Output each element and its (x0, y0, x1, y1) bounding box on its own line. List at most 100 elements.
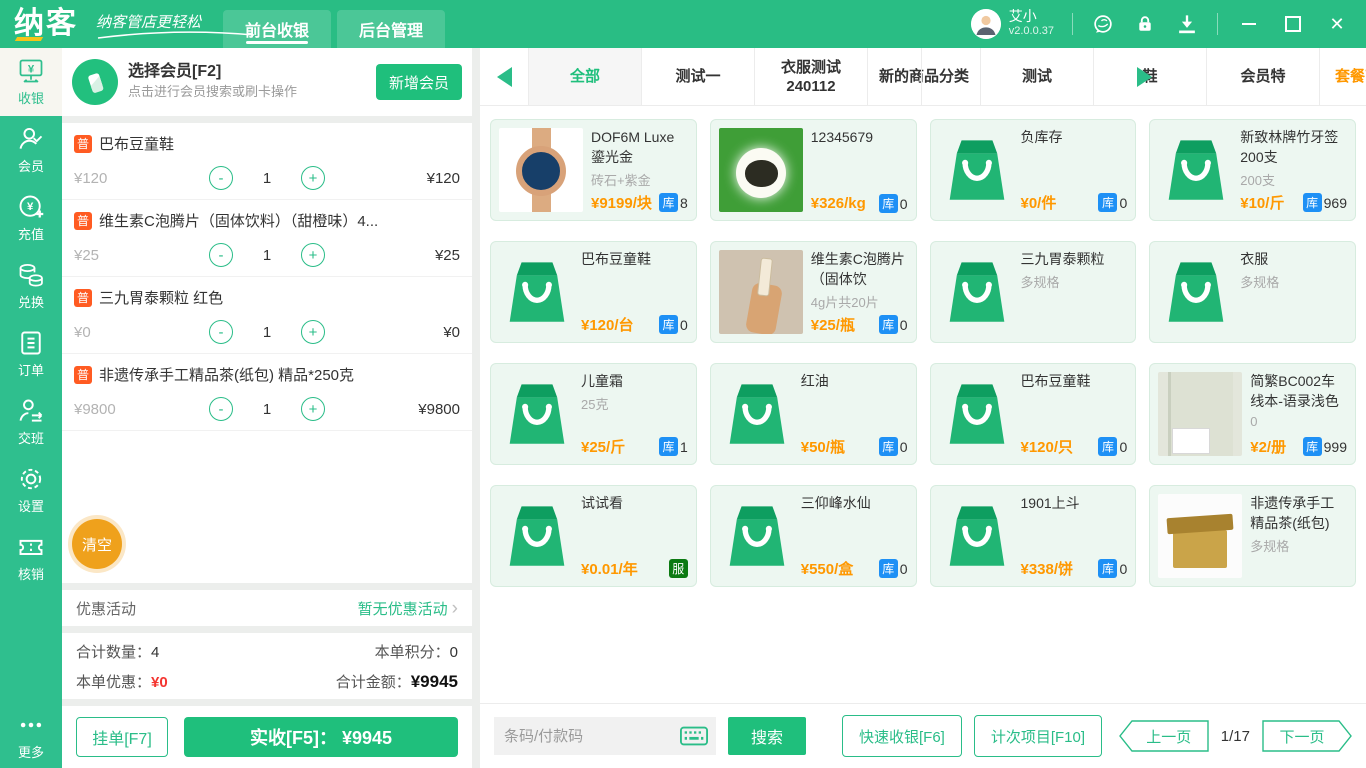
category-tab[interactable]: 衣服测试240112 (755, 48, 868, 105)
product-card[interactable]: 巴布豆童鞋 ¥120/只 库 0 (929, 363, 1137, 465)
clear-cart-button[interactable]: 清空 (72, 519, 122, 569)
sidebar-item-recharge[interactable]: ¥ 充值 (0, 184, 62, 252)
checkout-button[interactable]: 实收[F5]： ¥9945 (184, 717, 458, 757)
stock-count: 0 (899, 438, 908, 455)
product-card[interactable]: 试试看 ¥0.01/年 服 (490, 485, 697, 587)
decrease-button[interactable]: - (209, 320, 233, 344)
sidebar-item-verification[interactable]: 核销 (0, 524, 62, 592)
product-card[interactable]: 衣服 多规格 (1149, 241, 1356, 343)
cart-item-header: 普 非遗传承手工精品茶(纸包) 精品*250克 (74, 364, 460, 385)
promo-value: 暂无优惠活动 (357, 600, 448, 618)
hold-order-button[interactable]: 挂单[F7] (76, 717, 168, 757)
product-card[interactable]: 三九胃泰颗粒 多规格 (929, 241, 1137, 343)
cart-item[interactable]: 普 三九胃泰颗粒 红色 ¥0 - 1 + ¥0 (62, 277, 472, 354)
product-image (1158, 372, 1243, 456)
stock-count: 0 (679, 316, 688, 333)
product-price: ¥326/kg (810, 195, 866, 212)
barcode-field[interactable] (494, 717, 716, 755)
increase-button[interactable]: + (301, 166, 325, 190)
next-page-button[interactable]: 下一页 (1262, 720, 1352, 752)
product-spec: 200支 (1240, 173, 1275, 188)
keyboard-icon[interactable] (680, 726, 708, 746)
shopping-bag-icon (949, 506, 1004, 566)
product-card[interactable]: 12345679 ¥326/kg 库 0 (709, 119, 917, 221)
sidebar-item-members[interactable]: 会员 (0, 116, 62, 184)
product-card[interactable]: 简繁BC002车线本-语录浅色 0 ¥2/册 库 999 (1149, 363, 1356, 465)
product-card[interactable]: 维生素C泡腾片（固体饮 4g片共20片 ¥25/瓶 库 0 (709, 241, 917, 343)
category-tab[interactable]: 测试一 (642, 48, 755, 105)
product-card[interactable]: 三仰峰水仙 ¥550/盒 库 0 (709, 485, 917, 587)
product-card[interactable]: 非遗传承手工精品茶(纸包) 多规格 (1149, 485, 1356, 587)
app-version: v2.0.0.37 (1008, 25, 1054, 37)
increase-button[interactable]: + (301, 320, 325, 344)
item-type-badge: 普 (74, 134, 92, 153)
product-info: 三九胃泰颗粒 多规格 (1021, 249, 1128, 335)
times-item-button[interactable]: 计次项目[F10] (973, 715, 1103, 757)
sidebar-label: 更多 (17, 745, 44, 760)
stock-badge: 库 (1098, 559, 1118, 578)
member-select[interactable]: 选择会员[F2] 点击进行会员搜索或刷卡操作 新增会员 (62, 48, 472, 116)
arrow-right-icon (1136, 66, 1152, 87)
lock-icon[interactable] (1133, 12, 1157, 36)
increase-button[interactable]: + (301, 243, 325, 267)
cart-item[interactable]: 普 非遗传承手工精品茶(纸包) 精品*250克 ¥9800 - 1 + ¥980… (62, 354, 472, 431)
item-quantity: 1 (262, 323, 272, 341)
nav-tab-backoffice[interactable]: 后台管理 (337, 10, 446, 48)
search-button[interactable]: 搜索 (728, 717, 806, 755)
support-headset-icon[interactable] (1091, 12, 1115, 36)
product-info: 简繁BC002车线本-语录浅色 0 ¥2/册 库 999 (1250, 371, 1347, 457)
sidebar-item-cashier[interactable]: ¥ 收银 (0, 48, 62, 116)
svg-text:¥: ¥ (27, 201, 34, 213)
sidebar-item-exchange[interactable]: 兑换 (0, 252, 62, 320)
user-account[interactable]: 艾小 v2.0.0.37 (970, 9, 1054, 39)
product-card[interactable]: 巴布豆童鞋 ¥120/台 库 0 (490, 241, 697, 343)
sidebar-label: 核销 (17, 567, 44, 582)
decrease-button[interactable]: - (209, 166, 233, 190)
product-card[interactable]: 红油 ¥50/瓶 库 0 (709, 363, 917, 465)
nav-tab-frontdesk[interactable]: 前台收银 (223, 10, 332, 48)
add-member-button[interactable]: 新增会员 (376, 64, 462, 100)
tabs-scroll-right-button[interactable] (921, 48, 1366, 105)
quick-cashier-button[interactable]: 快速收银[F6] (842, 715, 962, 757)
sidebar-item-settings[interactable]: 设置 (0, 456, 62, 524)
download-icon[interactable] (1175, 12, 1199, 36)
sidebar-item-more[interactable]: 更多 (0, 704, 62, 768)
sidebar: ¥ 收银 会员 ¥ 充值 兑换 订单 交班 设置 核销 更多 (0, 48, 62, 768)
pagination: 上一页 1/17 下一页 (1118, 720, 1352, 752)
product-stock: 库 0 (878, 559, 908, 578)
sidebar-item-shift[interactable]: 交班 (0, 388, 62, 456)
stock-count: 999 (1323, 438, 1347, 455)
product-spec: 多规格 (1020, 275, 1060, 290)
exchange-coins-icon (19, 263, 43, 287)
category-tab[interactable]: 全部 (529, 48, 642, 105)
promo-row[interactable]: 优惠活动 暂无优惠活动 › (62, 590, 472, 626)
minimize-button[interactable] (1236, 11, 1262, 37)
item-total: ¥0 (443, 323, 460, 341)
close-button[interactable]: ✕ (1324, 11, 1350, 37)
product-card[interactable]: 负库存 ¥0/件 库 0 (929, 119, 1137, 221)
product-image (1158, 494, 1243, 578)
product-name: 三仰峰水仙 (800, 495, 871, 511)
shopping-bag-icon (949, 384, 1004, 444)
item-type-badge: 普 (74, 365, 92, 384)
maximize-button[interactable] (1280, 11, 1306, 37)
decrease-button[interactable]: - (209, 243, 233, 267)
product-card[interactable]: DOF6M Luxe 鎏光金 砖石+紫金 ¥9199/块 库 8 (490, 119, 697, 221)
cart-actions: 挂单[F7] 实收[F5]： ¥9945 (62, 706, 472, 768)
shopping-bag-icon (949, 262, 1004, 322)
decrease-button[interactable]: - (209, 397, 233, 421)
cart-item[interactable]: 普 维生素C泡腾片（固体饮料）（甜橙味）4... ¥25 - 1 + ¥25 (62, 200, 472, 277)
prev-page-button[interactable]: 上一页 (1118, 720, 1209, 752)
cart-item[interactable]: 普 巴布豆童鞋 ¥120 - 1 + ¥120 (62, 123, 472, 200)
tabs-scroll-left-button[interactable] (480, 48, 529, 105)
product-card[interactable]: 1901上斗 ¥338/饼 库 0 (929, 485, 1137, 587)
product-card[interactable]: 新致林牌竹牙签200支 200支 ¥10/斤 库 969 (1149, 119, 1356, 221)
stock-badge: 库 (658, 193, 678, 212)
product-image (718, 250, 803, 334)
product-card[interactable]: 儿童霜 25克 ¥25/斤 库 1 (490, 363, 697, 465)
barcode-input[interactable] (502, 726, 674, 746)
stock-badge: 库 (878, 194, 898, 213)
increase-button[interactable]: + (301, 397, 325, 421)
product-grid: DOF6M Luxe 鎏光金 砖石+紫金 ¥9199/块 库 8 1234567… (480, 106, 1366, 703)
sidebar-item-orders[interactable]: 订单 (0, 320, 62, 388)
